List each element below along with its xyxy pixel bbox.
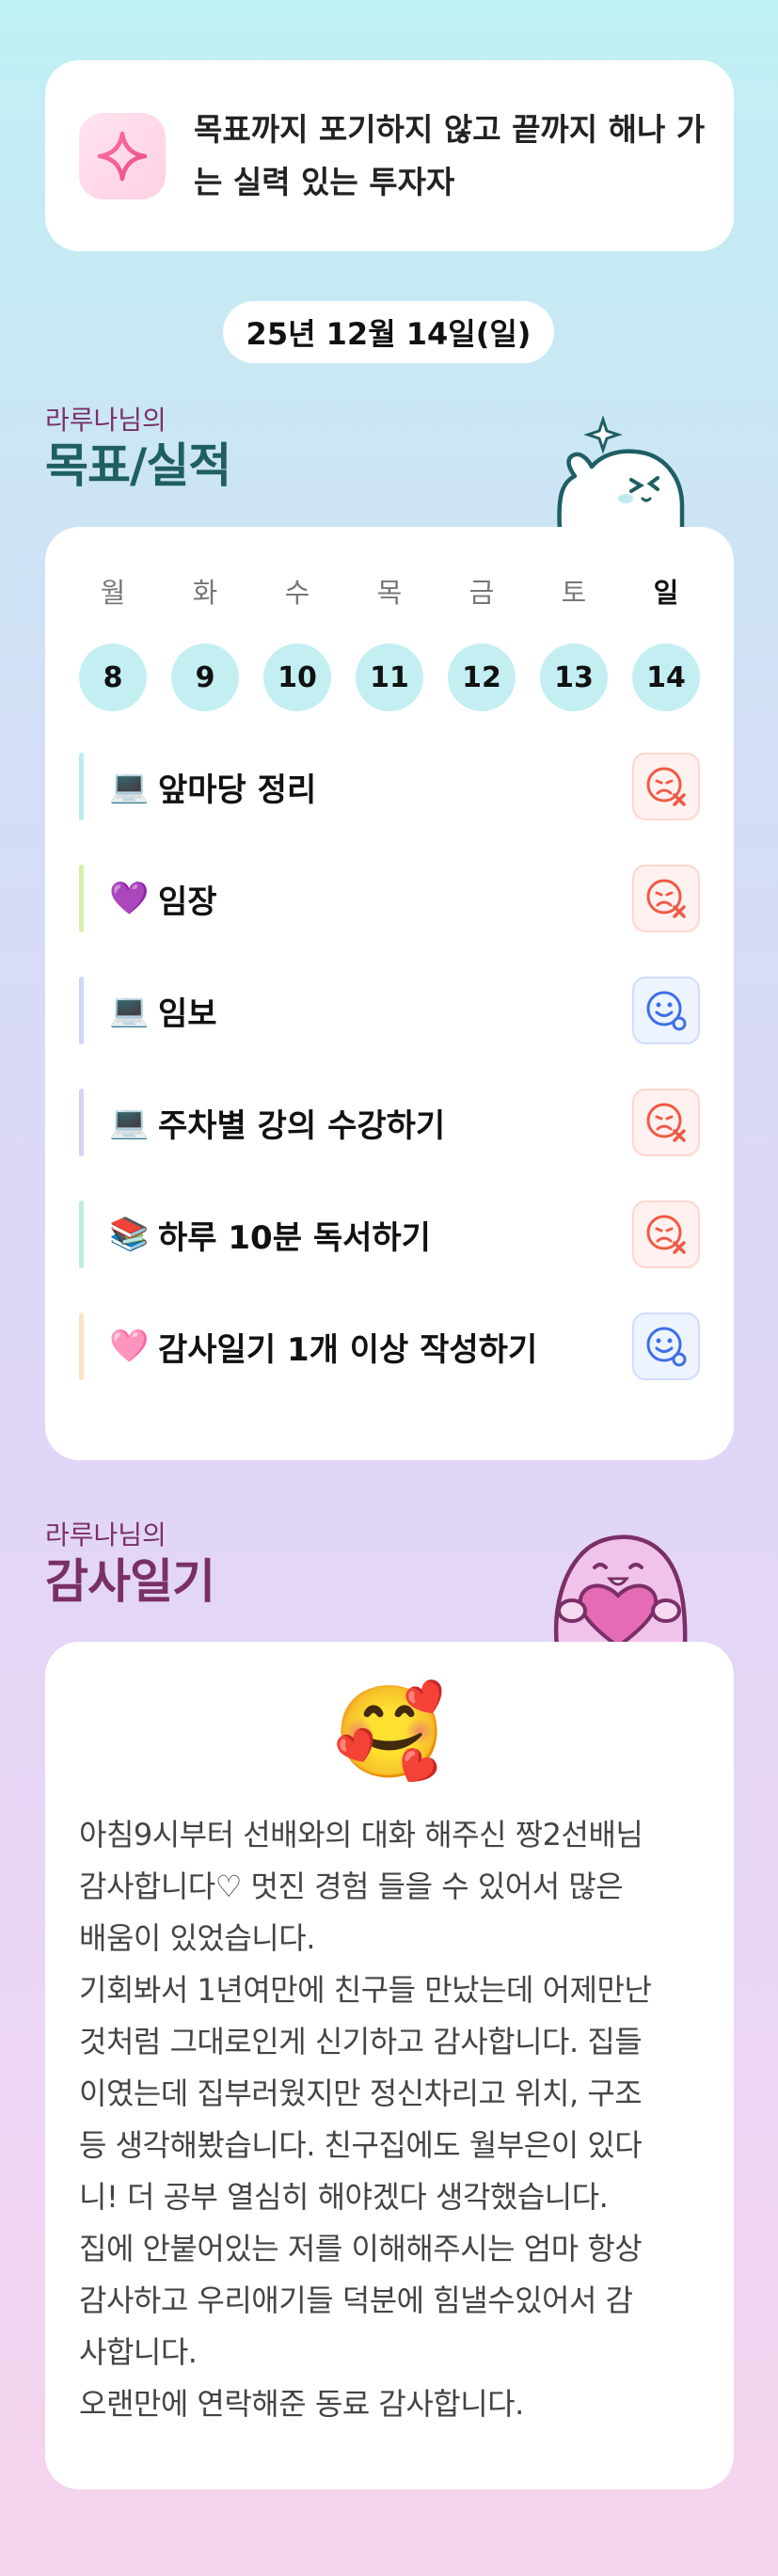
day-column[interactable]: 수 10 [263,574,331,711]
mascot-waving-icon [541,393,701,533]
mascot-heart-icon [536,1505,706,1650]
goals-card: 월 8 화 9 수 10 목 11 금 12 토 13 일 14 💻 앞마당 정리 💜 임장 💻 임보 💻 주차별 강의… [45,527,734,1460]
goal-emoji-icon: 💻 [109,768,150,805]
day-name: 목 [376,577,403,609]
day-number[interactable]: 13 [540,644,608,711]
goal-failed-icon[interactable] [632,1089,700,1156]
motto-card: 목표까지 포기하지 않고 끝까지 해나 가는 실력 있는 투자자 [45,60,734,251]
day-column[interactable]: 월8 [79,574,147,711]
week-calendar: 월 8 화 9 수 10 목 11 금 12 토 13 일 14 [79,574,700,711]
goal-label: 임장 [158,883,217,921]
goal-emoji-icon: 📚 [109,1216,150,1253]
diary-section-title: 감사일기 [45,1554,215,1609]
goal-label: 임보 [158,994,217,1033]
diary-mood-emoji: 🥰 [333,1679,446,1785]
motto-text: 목표까지 포기하지 않고 끝까지 해나 가는 실력 있는 투자자 [194,110,706,200]
goal-label: 감사일기 1개 이상 작성하기 [158,1330,538,1369]
goal-label: 하루 10분 독서하기 [158,1218,431,1257]
date-pill[interactable]: 25년 12월 14일(일) [223,301,554,363]
goal-emoji-icon: 🩷 [109,1328,150,1365]
goal-list: 💻 앞마당 정리 💜 임장 💻 임보 💻 주차별 강의 수강하기 📚 하루 10분 독서하기 🩷 감사… [79,753,700,1424]
diary-text: 아침9시부터 선배와의 대화 해주신 짱2선배님 감사합니다♡ 멋진 경험 들을… [79,1817,652,2422]
goal-label: 앞마당 정리 [158,771,317,809]
gratitude-diary-card: 🥰 아침9시부터 선배와의 대화 해주신 짱2선배님 감사합니다♡ 멋진 경험 … [45,1642,734,2489]
goal-color-bar [79,865,84,932]
goal-color-bar [79,1312,84,1380]
day-name: 일 [653,577,679,609]
day-name: 수 [284,577,310,609]
day-column[interactable]: 화9 [171,574,239,711]
day-number[interactable]: 10 [263,644,331,711]
day-name: 화 [192,577,218,609]
goal-item[interactable]: 💻 임보 [79,977,700,1044]
goal-item[interactable]: 💻 앞마당 정리 [79,753,700,820]
goal-color-bar [79,977,84,1044]
day-column[interactable]: 일 14 [632,574,700,711]
day-number[interactable]: 8 [79,644,147,711]
day-column[interactable]: 금 12 [448,574,516,711]
goal-done-icon[interactable] [632,977,700,1044]
goals-section-title: 목표/실적 [45,438,231,493]
sparkle-icon [79,112,166,199]
goal-failed-icon[interactable] [632,1201,700,1268]
day-number[interactable]: 14 [632,644,700,711]
day-number[interactable]: 12 [448,644,516,711]
goal-item[interactable]: 💜 임장 [79,865,700,932]
goal-item[interactable]: 📚 하루 10분 독서하기 [79,1201,700,1268]
day-number[interactable]: 9 [171,644,239,711]
goal-item[interactable]: 🩷 감사일기 1개 이상 작성하기 [79,1312,700,1380]
day-name: 금 [468,577,495,609]
goal-item[interactable]: 💻 주차별 강의 수강하기 [79,1089,700,1156]
day-column[interactable]: 토 13 [540,574,608,711]
goal-label: 주차별 강의 수강하기 [158,1106,446,1145]
goal-emoji-icon: 💜 [109,880,150,917]
goal-failed-icon[interactable] [632,753,700,820]
goal-emoji-icon: 💻 [109,1104,150,1141]
goal-color-bar [79,1089,84,1156]
day-name: 토 [561,577,587,609]
day-number[interactable]: 11 [356,644,423,711]
day-column[interactable]: 목 11 [356,574,423,711]
goal-failed-icon[interactable] [632,865,700,932]
goal-emoji-icon: 💻 [109,992,150,1029]
goal-color-bar [79,753,84,820]
goal-color-bar [79,1201,84,1268]
day-name: 월 [100,577,126,609]
goal-done-icon[interactable] [632,1312,700,1380]
